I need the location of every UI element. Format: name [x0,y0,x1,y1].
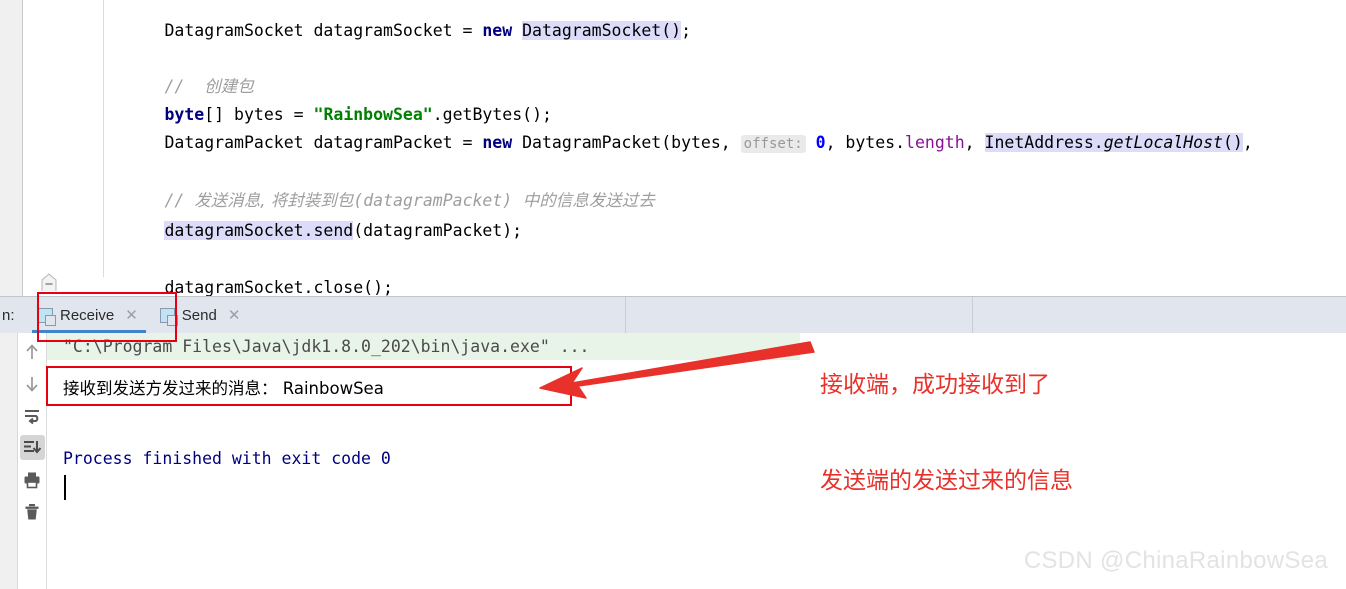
code-token: ; [681,20,692,40]
console-caret [64,475,66,500]
print-icon[interactable] [20,467,45,492]
annotation-note-line2: 发送端的发送过来的信息 [820,468,1073,494]
code-token: InetAddress.getLocalHost() [984,132,1243,152]
code-token: datagramSocket.close(); [164,277,393,296]
trash-icon[interactable] [20,499,45,524]
code-token: 中的信息发送过去 [512,190,655,210]
code-token: , [1242,132,1253,152]
code-line: datagramSocket.close(); [85,245,393,296]
annotation-box-output-line [46,366,572,406]
code-token: new [482,20,523,40]
editor-gutter[interactable] [22,0,85,296]
console-left-strip [0,333,18,589]
code-token: DatagramPacket datagramPacket = [164,132,483,152]
code-content[interactable]: DatagramSocket datagramSocket = new Data… [85,0,1346,296]
soft-wrap-icon[interactable] [20,403,45,428]
code-token: DatagramSocket() [522,20,682,40]
code-token: new [482,132,523,152]
code-editor[interactable]: DatagramSocket datagramSocket = new Data… [0,0,1346,296]
code-token: , bytes. [825,132,906,152]
console-toolbar[interactable] [18,333,47,589]
up-arrow-icon[interactable] [20,339,45,364]
annotation-note: 接收端，成功接收到了 发送端的发送过来的信息 [820,305,1073,561]
editor-left-strip [0,0,22,296]
scroll-to-end-icon[interactable] [19,435,45,460]
code-token: DatagramSocket datagramSocket = [164,20,483,40]
code-token: (datagramPacket); [353,220,523,240]
code-fold-marker-icon[interactable] [40,272,58,292]
code-token: 0 [805,132,826,152]
down-arrow-icon[interactable] [20,371,45,396]
csdn-watermark: CSDN @ChinaRainbowSea [1023,547,1328,574]
code-token: DatagramPacket(bytes, [522,132,741,152]
close-icon[interactable]: ✕ [228,306,241,324]
code-token: length [905,132,965,152]
param-hint-offset: offset: [740,134,806,153]
annotation-note-line1: 接收端，成功接收到了 [820,372,1050,398]
tab-label: Send [181,306,217,324]
console-exit-line: Process finished with exit code 0 [63,449,391,468]
code-token: datagramSocket.send [164,220,354,240]
annotation-box-receive-tab [37,292,177,342]
screenshot-root: DatagramSocket datagramSocket = new Data… [0,0,1346,589]
annotation-arrow-icon [539,341,815,399]
run-window-label: n: [2,306,15,324]
code-token: , [964,132,985,152]
